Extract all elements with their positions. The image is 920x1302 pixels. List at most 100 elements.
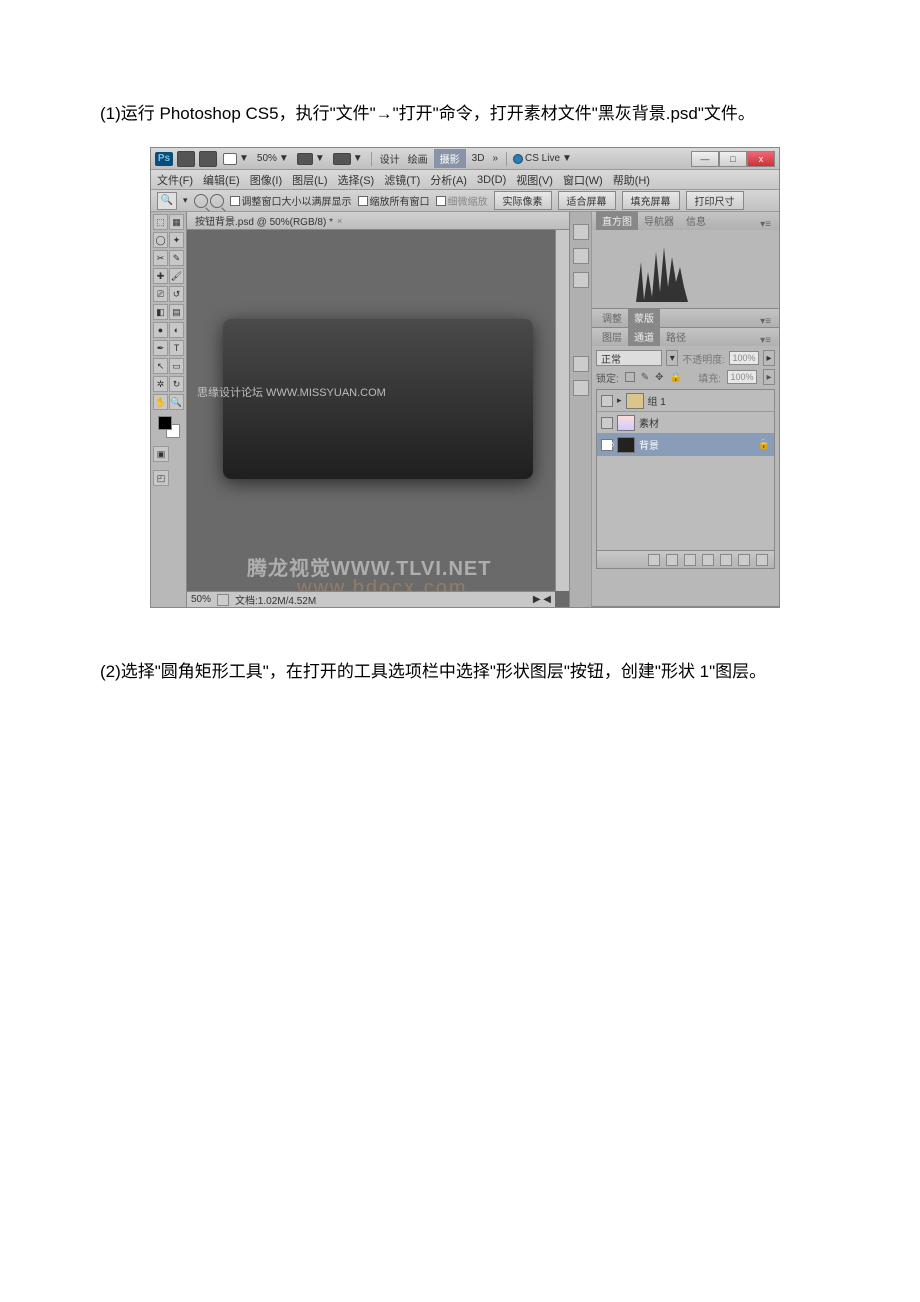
panel-menu-icon[interactable]: ▾≡	[756, 316, 775, 327]
dock-icon-5[interactable]	[573, 380, 589, 396]
brush-tool-icon[interactable]: 🖌	[169, 268, 184, 284]
visibility-icon[interactable]	[601, 417, 613, 429]
cslive-dropdown[interactable]: CS Live▼	[513, 153, 572, 164]
workspace-3d[interactable]: 3D	[470, 153, 487, 164]
layout-dropdown[interactable]: ▼	[221, 153, 251, 165]
eraser-tool-icon[interactable]: ◧	[153, 304, 168, 320]
vertical-scrollbar[interactable]	[555, 230, 569, 591]
stamp-tool-icon[interactable]: ⎚	[153, 286, 168, 302]
pen-tool-icon[interactable]: ✒	[153, 340, 168, 356]
current-tool-icon[interactable]: 🔍	[157, 192, 177, 210]
tab-adjust[interactable]: 调整	[596, 308, 628, 327]
crop-tool-icon[interactable]: ✂	[153, 250, 168, 266]
menu-file[interactable]: 文件(F)	[157, 172, 193, 188]
group-expand-icon[interactable]: ▸	[617, 395, 622, 406]
move-tool-icon[interactable]: ⬚	[153, 214, 168, 230]
workspace-photography[interactable]: 摄影	[434, 149, 466, 168]
actual-pixels-button[interactable]: 实际像素	[494, 191, 552, 210]
layer-item-material[interactable]: 素材	[597, 412, 774, 434]
panel-menu-icon[interactable]: ▾≡	[756, 335, 775, 346]
zoom-level-dropdown[interactable]: 50%▼	[255, 153, 291, 164]
menu-select[interactable]: 选择(S)	[338, 172, 375, 188]
menu-window[interactable]: 窗口(W)	[563, 172, 603, 188]
wand-tool-icon[interactable]: ✦	[169, 232, 184, 248]
tab-channels[interactable]: 通道	[628, 327, 660, 346]
group-icon[interactable]	[720, 554, 732, 566]
close-icon[interactable]: ×	[337, 216, 342, 226]
fit-screen-button[interactable]: 适合屏幕	[558, 191, 616, 210]
workspace-paint[interactable]: 绘画	[406, 151, 430, 166]
bridge-icon[interactable]	[177, 151, 195, 167]
mask-icon[interactable]	[684, 554, 696, 566]
chevron-down-icon[interactable]: ▾	[666, 350, 678, 366]
tab-histogram[interactable]: 直方图	[596, 211, 638, 230]
screenmode-tool-icon[interactable]: ◰	[153, 470, 169, 486]
blend-mode-select[interactable]: 正常	[596, 350, 662, 366]
scrubby-zoom-checkbox[interactable]: 细微缩放	[436, 193, 488, 208]
menu-filter[interactable]: 滤镜(T)	[384, 172, 420, 188]
fg-color-swatch[interactable]	[158, 416, 172, 430]
visibility-icon[interactable]	[601, 395, 613, 407]
menu-edit[interactable]: 编辑(E)	[203, 172, 240, 188]
window-maximize-button[interactable]: □	[719, 151, 747, 167]
fill-screen-button[interactable]: 填充屏幕	[622, 191, 680, 210]
fill-input[interactable]: 100%	[727, 370, 757, 384]
trash-icon[interactable]	[756, 554, 768, 566]
eyedropper-tool-icon[interactable]: ✎	[169, 250, 184, 266]
layer-item-group[interactable]: ▸ 组 1	[597, 390, 774, 412]
window-close-button[interactable]: x	[747, 151, 775, 167]
workspace-more[interactable]: »	[490, 153, 500, 164]
panel-menu-icon[interactable]: ▾≡	[756, 219, 775, 230]
heal-tool-icon[interactable]: ✚	[153, 268, 168, 284]
menu-3d[interactable]: 3D(D)	[477, 174, 506, 186]
layer-item-background[interactable]: 👁 背景 🔒	[597, 434, 774, 456]
quickmask-tool-icon[interactable]: ▣	[153, 446, 169, 462]
lasso-tool-icon[interactable]: ◯	[153, 232, 168, 248]
gradient-tool-icon[interactable]: ▤	[169, 304, 184, 320]
3d-tool-icon[interactable]: ✲	[153, 376, 168, 392]
menu-analysis[interactable]: 分析(A)	[430, 172, 467, 188]
document-tab[interactable]: 按钮背景.psd @ 50%(RGB/8) * ×	[187, 212, 569, 230]
tab-mask[interactable]: 蒙版	[628, 308, 660, 327]
dodge-tool-icon[interactable]: ◐	[169, 322, 184, 338]
doc-info-readout[interactable]: 文档:1.02M/4.52M	[235, 592, 316, 607]
window-minimize-button[interactable]: —	[691, 151, 719, 167]
zoom-out-icon[interactable]	[210, 194, 224, 208]
zoom-all-checkbox[interactable]: 缩放所有窗口	[358, 193, 430, 208]
canvas[interactable]: 思缘设计论坛 WWW.MISSYUAN.COM 腾龙视觉WWW.TLVI.NET…	[187, 230, 569, 607]
zoom-readout[interactable]: 50%	[191, 594, 211, 605]
workspace-design[interactable]: 设计	[378, 151, 402, 166]
minibridge-icon[interactable]	[199, 151, 217, 167]
arrange-docs-dropdown[interactable]: ▼	[331, 153, 365, 165]
tab-layers[interactable]: 图层	[596, 327, 628, 346]
menu-layer[interactable]: 图层(L)	[292, 172, 327, 188]
lock-all-icon[interactable]: 🔒	[670, 372, 682, 383]
hand-tool-icon[interactable]: ✋	[153, 394, 168, 410]
opacity-slider-icon[interactable]: ▸	[763, 350, 775, 366]
zoom-tool-icon[interactable]: 🔍	[169, 394, 184, 410]
new-layer-icon[interactable]	[738, 554, 750, 566]
3d-camera-tool-icon[interactable]: ↻	[169, 376, 184, 392]
opacity-input[interactable]: 100%	[729, 351, 759, 365]
adjustment-layer-icon[interactable]	[702, 554, 714, 566]
shape-tool-icon[interactable]: ▭	[169, 358, 184, 374]
lock-transparent-icon[interactable]	[625, 372, 635, 382]
print-size-button[interactable]: 打印尺寸	[686, 191, 744, 210]
menu-view[interactable]: 视图(V)	[516, 172, 553, 188]
dock-icon-3[interactable]	[573, 272, 589, 288]
dock-icon-2[interactable]	[573, 248, 589, 264]
fill-slider-icon[interactable]: ▸	[763, 369, 775, 385]
marquee-tool-icon[interactable]: ▦	[169, 214, 184, 230]
tab-info[interactable]: 信息	[680, 211, 712, 230]
dock-icon-1[interactable]	[573, 224, 589, 240]
path-select-tool-icon[interactable]: ↖	[153, 358, 168, 374]
type-tool-icon[interactable]: T	[169, 340, 184, 356]
lock-pixels-icon[interactable]: ✎	[641, 372, 649, 383]
zoom-in-icon[interactable]	[194, 194, 208, 208]
color-swatch[interactable]	[158, 416, 180, 438]
resize-window-checkbox[interactable]: 调整窗口大小以满屏显示	[230, 193, 352, 208]
link-layers-icon[interactable]	[648, 554, 660, 566]
dock-icon-4[interactable]	[573, 356, 589, 372]
rotate-icon[interactable]	[217, 594, 229, 606]
lock-position-icon[interactable]: ✥	[655, 372, 663, 383]
